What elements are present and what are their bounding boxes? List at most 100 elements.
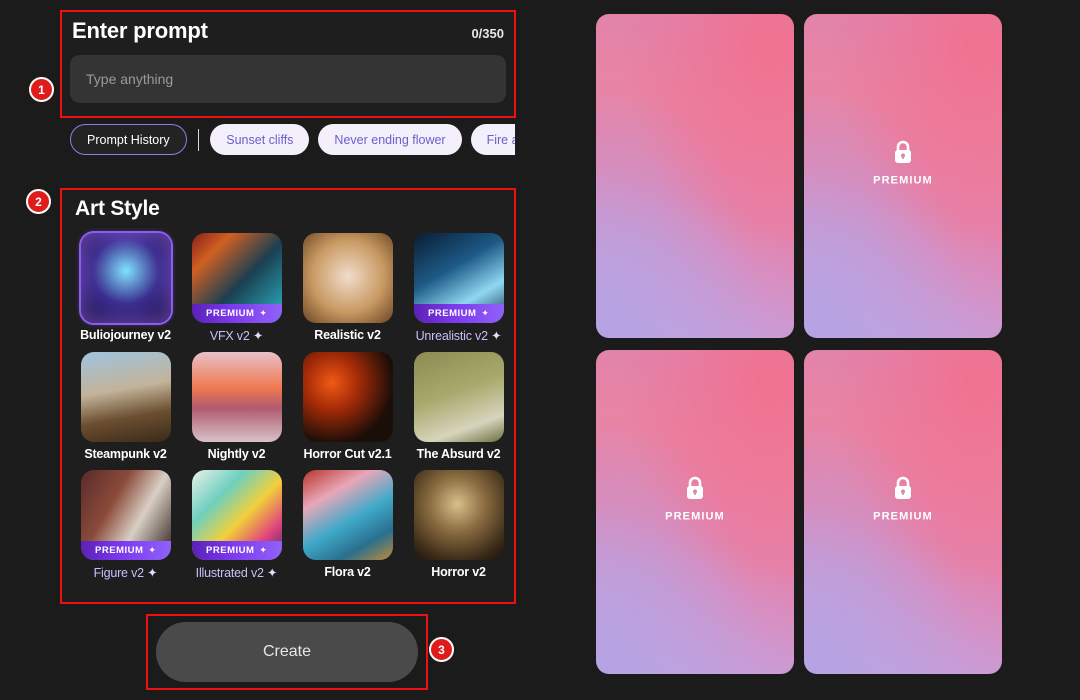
premium-label: PREMIUM <box>665 510 725 523</box>
art-style-preview-image <box>302 233 393 323</box>
art-style-item[interactable]: Nightly v2 <box>186 352 287 461</box>
art-style-thumbnail[interactable] <box>302 470 393 560</box>
art-style-thumbnail[interactable]: PREMIUM ✦ <box>80 470 171 560</box>
sparkle-icon: ✦ <box>259 308 267 318</box>
truncated-top-text <box>800 0 940 10</box>
art-style-item[interactable]: PREMIUM ✦ Unrealistic v2 ✦ <box>408 233 509 343</box>
art-style-thumbnail[interactable] <box>80 352 171 442</box>
prompt-header: Enter prompt 0/350 <box>70 18 506 44</box>
art-style-label: Steampunk v2 <box>75 447 176 461</box>
art-style-name: Realistic v2 <box>314 328 381 342</box>
art-style-item[interactable]: Buliojourney v2 <box>75 231 176 343</box>
app-root: Enter prompt 0/350 Prompt History Sunset… <box>0 0 1080 700</box>
sparkle-icon: ✦ <box>259 545 267 555</box>
art-style-label: The Absurd v2 <box>408 447 509 461</box>
premium-badge: PREMIUM ✦ <box>80 541 171 560</box>
art-style-name: Figure v2 <box>93 566 145 580</box>
art-style-preview-image <box>413 470 504 560</box>
art-style-item[interactable]: PREMIUM ✦ Figure v2 ✦ <box>75 470 176 580</box>
art-style-item[interactable]: PREMIUM ✦ VFX v2 ✦ <box>186 233 287 343</box>
art-style-preview-image <box>302 470 393 560</box>
art-style-thumbnail[interactable] <box>302 352 393 442</box>
premium-lock-overlay: PREMIUM <box>804 140 1002 187</box>
art-style-item[interactable]: Steampunk v2 <box>75 352 176 461</box>
suggestion-chip-1[interactable]: Never ending flower <box>318 124 462 155</box>
premium-label: PREMIUM <box>873 510 933 523</box>
art-style-preview-image <box>80 233 171 323</box>
create-button[interactable]: Create <box>156 622 418 682</box>
annotation-badge-3: 3 <box>429 637 454 662</box>
create-button-wrapper: Create <box>156 622 418 682</box>
art-style-item[interactable]: The Absurd v2 <box>408 352 509 461</box>
premium-label: PREMIUM <box>873 174 933 187</box>
suggestion-chip-2[interactable]: Fire and w <box>470 124 515 155</box>
art-style-label: Flora v2 <box>297 565 398 579</box>
art-style-item[interactable]: Horror Cut v2.1 <box>297 352 398 461</box>
art-style-preview-image <box>191 352 282 442</box>
premium-lock-overlay: PREMIUM <box>804 476 1002 523</box>
premium-lock-overlay: PREMIUM <box>596 476 794 523</box>
art-style-item[interactable]: Realistic v2 <box>297 233 398 343</box>
art-style-preview-image <box>302 352 393 442</box>
result-card[interactable] <box>596 14 794 338</box>
art-style-thumbnail[interactable]: PREMIUM ✦ <box>191 233 282 323</box>
art-style-thumbnail[interactable]: PREMIUM ✦ <box>191 470 282 560</box>
sparkle-icon: ✦ <box>481 308 489 318</box>
art-style-title: Art Style <box>75 197 160 220</box>
premium-badge-label: PREMIUM <box>206 308 255 319</box>
art-style-preview-image <box>413 352 504 442</box>
art-style-label: Horror v2 <box>408 565 509 579</box>
art-style-name: Illustrated v2 <box>195 566 264 580</box>
art-style-name: Horror Cut v2.1 <box>303 447 392 461</box>
art-style-name: Buliojourney v2 <box>80 328 171 342</box>
art-style-label: Buliojourney v2 <box>75 328 176 342</box>
art-style-preview-image <box>80 352 171 442</box>
prompt-title: Enter prompt <box>72 18 208 43</box>
suggestion-chip-0[interactable]: Sunset cliffs <box>210 124 310 155</box>
art-style-thumbnail[interactable] <box>78 231 173 325</box>
art-style-label: Nightly v2 <box>186 447 287 461</box>
art-style-thumbnail[interactable]: PREMIUM ✦ <box>413 233 504 323</box>
generation-controls-panel: Enter prompt 0/350 Prompt History Sunset… <box>0 0 530 700</box>
art-style-label: Horror Cut v2.1 <box>297 447 398 461</box>
sparkle-icon: ✦ <box>147 566 158 580</box>
result-card[interactable]: PREMIUM <box>596 350 794 674</box>
prompt-input[interactable] <box>70 55 506 103</box>
sparkle-icon: ✦ <box>491 329 502 343</box>
art-style-name: VFX v2 <box>209 329 250 343</box>
annotation-badge-1: 1 <box>29 77 54 102</box>
art-style-name: Unrealistic v2 <box>415 329 488 343</box>
art-style-thumbnail[interactable] <box>302 233 393 323</box>
art-style-thumbnail[interactable] <box>413 470 504 560</box>
premium-badge-label: PREMIUM <box>428 308 477 319</box>
premium-badge: PREMIUM ✦ <box>191 304 282 323</box>
art-style-grid: Buliojourney v2 PREMIUM ✦ VFX v2 ✦ Realistic… <box>75 231 504 580</box>
premium-badge: PREMIUM ✦ <box>413 304 504 323</box>
premium-badge-label: PREMIUM <box>95 545 144 556</box>
result-card[interactable]: PREMIUM <box>804 350 1002 674</box>
art-style-label: Illustrated v2 ✦ <box>186 565 287 580</box>
annotation-badge-2: 2 <box>26 189 51 214</box>
lock-icon <box>684 476 706 502</box>
art-style-item[interactable]: Horror v2 <box>408 470 509 580</box>
lock-icon <box>892 476 914 502</box>
character-counter: 0/350 <box>471 26 504 41</box>
lock-icon <box>892 140 914 166</box>
sparkle-icon: ✦ <box>267 566 278 580</box>
art-style-label: Realistic v2 <box>297 328 398 342</box>
art-style-name: Steampunk v2 <box>84 447 167 461</box>
sparkle-icon: ✦ <box>148 545 156 555</box>
art-style-name: Nightly v2 <box>207 447 266 461</box>
results-panel: PREMIUM PREMIUM PREMIUM <box>596 14 1002 674</box>
result-card[interactable]: PREMIUM <box>804 14 1002 338</box>
art-style-section: Art Style Buliojourney v2 PREMIUM ✦ VFX v2 … <box>62 190 514 602</box>
art-style-item[interactable]: Flora v2 <box>297 470 398 580</box>
prompt-history-button[interactable]: Prompt History <box>70 124 187 155</box>
art-style-label: VFX v2 ✦ <box>186 328 287 343</box>
premium-badge: PREMIUM ✦ <box>191 541 282 560</box>
art-style-name: Horror v2 <box>431 565 486 579</box>
art-style-thumbnail[interactable] <box>413 352 504 442</box>
art-style-thumbnail[interactable] <box>191 352 282 442</box>
chip-divider <box>197 128 200 151</box>
art-style-item[interactable]: PREMIUM ✦ Illustrated v2 ✦ <box>186 470 287 580</box>
